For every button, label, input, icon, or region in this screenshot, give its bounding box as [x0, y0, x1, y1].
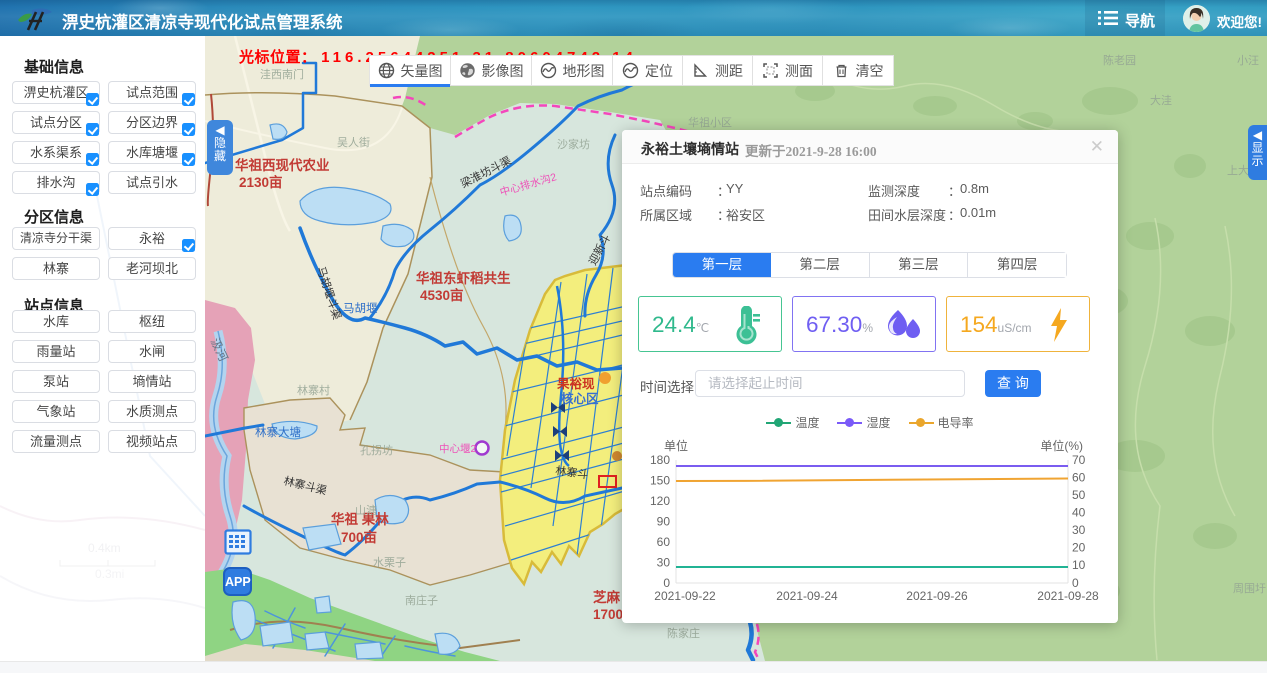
- svg-text:10: 10: [1072, 558, 1086, 572]
- svg-text:120: 120: [650, 494, 670, 508]
- svg-text:大洼: 大洼: [1150, 93, 1172, 107]
- svg-text:50: 50: [1072, 488, 1086, 502]
- svg-text:芝麻: 芝麻: [593, 589, 621, 605]
- svg-text:周围圩: 周围圩: [1233, 582, 1266, 595]
- svg-text:60: 60: [1072, 471, 1086, 485]
- svg-text:2021-09-28: 2021-09-28: [1037, 589, 1099, 603]
- svg-text:0: 0: [663, 576, 670, 590]
- svg-text:700亩: 700亩: [341, 529, 377, 545]
- svg-text:华祖东虾稻共生: 华祖东虾稻共生: [416, 270, 511, 286]
- svg-text:单位: 单位: [664, 438, 688, 453]
- svg-text:陈老园: 陈老园: [1103, 53, 1136, 67]
- svg-text:林寨大塘: 林寨大塘: [255, 425, 301, 439]
- svg-text:180: 180: [650, 453, 670, 467]
- svg-text:0: 0: [1072, 576, 1079, 590]
- svg-text:40: 40: [1072, 506, 1086, 520]
- svg-text:30: 30: [1072, 523, 1086, 537]
- svg-text:吴人街: 吴人街: [337, 135, 370, 149]
- svg-text:华祖小区: 华祖小区: [688, 115, 732, 129]
- svg-text:沙家坊: 沙家坊: [557, 137, 590, 151]
- svg-text:马胡堰: 马胡堰: [343, 301, 378, 315]
- svg-text:小汪: 小汪: [1237, 54, 1259, 67]
- svg-text:林寨村: 林寨村: [297, 383, 330, 397]
- svg-text:洼西南门: 洼西南门: [260, 67, 304, 81]
- svg-text:果裕现: 果裕现: [556, 376, 595, 391]
- svg-text:20: 20: [1072, 541, 1086, 555]
- svg-text:90: 90: [657, 515, 671, 529]
- svg-text:孔拐坊: 孔拐坊: [360, 443, 393, 457]
- svg-text:2130亩: 2130亩: [239, 174, 283, 190]
- svg-text:水栗子: 水栗子: [373, 556, 406, 569]
- svg-text:60: 60: [657, 535, 671, 549]
- svg-text:中心堰2: 中心堰2: [439, 442, 476, 455]
- svg-text:南庄子: 南庄子: [405, 593, 438, 607]
- svg-text:陈家庄: 陈家庄: [667, 626, 700, 640]
- svg-text:70: 70: [1072, 453, 1086, 467]
- svg-text:2021-09-26: 2021-09-26: [906, 589, 968, 603]
- svg-text:1700: 1700: [593, 607, 623, 622]
- svg-text:2021-09-22: 2021-09-22: [654, 589, 716, 603]
- svg-text:核心区: 核心区: [561, 391, 599, 406]
- svg-text:0.4km: 0.4km: [88, 541, 121, 555]
- svg-text:0.3mi: 0.3mi: [95, 567, 124, 581]
- svg-text:150: 150: [650, 474, 670, 488]
- svg-text:华祖西现代农业: 华祖西现代农业: [235, 157, 330, 173]
- svg-text:山溏: 山溏: [355, 503, 377, 517]
- svg-text:30: 30: [657, 556, 671, 570]
- svg-text:2021-09-24: 2021-09-24: [776, 589, 838, 603]
- svg-text:4530亩: 4530亩: [420, 287, 464, 303]
- svg-text:单位(%): 单位(%): [1040, 438, 1083, 453]
